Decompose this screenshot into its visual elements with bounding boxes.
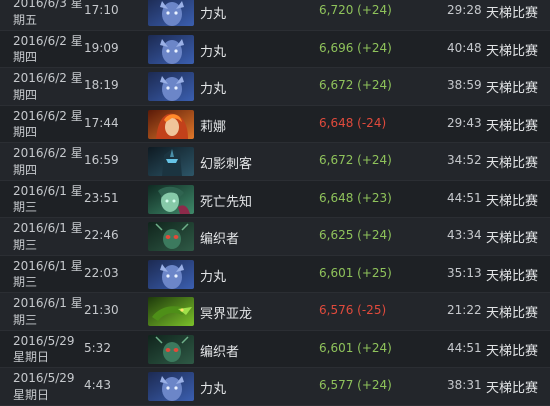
match-row[interactable]: 2016/5/29 星期日 4:43 力丸 6,577 (+24) 38:31 天梯比赛 <box>0 368 550 406</box>
match-duration: 21:22 <box>447 303 482 317</box>
match-row[interactable]: 2016/6/1 星期三 22:46 编织者 6,625 (+24) 43:34 天梯比赛 <box>0 218 550 256</box>
riki-icon <box>148 72 194 101</box>
hero-name: 莉娜 <box>200 119 227 135</box>
match-history-list: 2016/6/3 星期五 17:10 力丸 6,720 (+24) 29:28 天梯比赛 2… <box>0 0 550 406</box>
riki-icon <box>148 259 194 289</box>
match-time: 23:51 <box>84 190 119 205</box>
match-time: 22:03 <box>84 265 119 280</box>
riki-icon <box>148 0 194 26</box>
mmr-change: 6,577 (+24) <box>319 378 392 392</box>
match-time: 19:09 <box>84 40 119 55</box>
match-time: 4:43 <box>84 378 111 392</box>
death-prophet-icon <box>148 184 194 214</box>
match-date: 2016/6/1 星期三 <box>13 258 83 290</box>
weaver-icon <box>148 222 194 251</box>
match-row[interactable]: 2016/6/1 星期三 21:30 冥界亚龙 6,576 (-25) 21:22 天梯比… <box>0 293 550 331</box>
match-date: 2016/5/29 星期日 <box>13 371 75 402</box>
match-duration: 34:52 <box>447 153 482 167</box>
hero-name: 力丸 <box>200 382 227 397</box>
match-duration: 43:34 <box>447 228 482 242</box>
match-time: 5:32 <box>84 340 111 355</box>
match-date: 2016/6/3 星期五 <box>13 0 83 27</box>
riki-icon <box>148 34 194 64</box>
match-type: 天梯比赛 <box>486 306 539 321</box>
match-duration: 29:28 <box>447 3 482 17</box>
match-duration: 38:59 <box>447 78 482 92</box>
match-time: 22:46 <box>84 228 119 242</box>
hero-name: 力丸 <box>200 7 227 22</box>
match-type: 天梯比赛 <box>486 343 539 359</box>
match-date: 2016/5/29 星期日 <box>13 333 75 365</box>
match-date: 2016/6/2 星期四 <box>13 146 83 177</box>
hero-name: 力丸 <box>200 269 227 285</box>
match-type: 天梯比赛 <box>486 268 539 284</box>
mmr-change: 6,601 (+24) <box>319 340 392 355</box>
match-type: 天梯比赛 <box>486 156 539 171</box>
match-row[interactable]: 2016/5/29 星期日 5:32 编织者 6,601 (+24) 44:51 天梯比赛 <box>0 330 550 368</box>
match-row[interactable]: 2016/6/2 星期四 17:44 莉娜 6,648 (-24) 29:43 天梯比赛 <box>0 105 550 143</box>
match-date: 2016/6/1 星期三 <box>13 221 83 252</box>
match-duration: 40:48 <box>447 40 482 55</box>
match-duration: 38:31 <box>447 378 482 392</box>
mmr-change: 6,625 (+24) <box>319 228 392 242</box>
match-type: 天梯比赛 <box>486 6 539 21</box>
hero-name: 幻影刺客 <box>200 157 253 172</box>
match-type: 天梯比赛 <box>486 81 539 96</box>
mmr-change: 6,648 (-24) <box>319 115 387 130</box>
match-row[interactable]: 2016/6/1 星期三 22:03 力丸 6,601 (+25) 35:13 天梯比赛 <box>0 255 550 293</box>
match-type: 天梯比赛 <box>486 118 539 134</box>
match-row[interactable]: 2016/6/2 星期四 18:19 力丸 6,672 (+24) 38:59 天梯比赛 <box>0 68 550 106</box>
match-row[interactable]: 2016/6/2 星期四 16:59 幻影刺客 6,672 (+24) 34:52 天梯比… <box>0 143 550 181</box>
match-type: 天梯比赛 <box>486 43 539 59</box>
match-type: 天梯比赛 <box>486 231 539 246</box>
match-date: 2016/6/1 星期三 <box>13 183 83 215</box>
mmr-change: 6,601 (+25) <box>319 265 392 280</box>
match-date: 2016/6/2 星期四 <box>13 108 83 140</box>
hero-name: 编织者 <box>200 344 240 360</box>
mmr-change: 6,576 (-25) <box>319 303 387 317</box>
mmr-change: 6,672 (+24) <box>319 78 392 92</box>
match-row[interactable]: 2016/6/1 星期三 23:51 死亡先知 6,648 (+23) 44:51 天梯比… <box>0 180 550 218</box>
hero-name: 死亡先知 <box>200 194 253 210</box>
phantom-assassin-icon <box>148 147 194 176</box>
viper-icon <box>148 297 194 326</box>
mmr-change: 6,720 (+24) <box>319 3 392 17</box>
mmr-change: 6,696 (+24) <box>319 40 392 55</box>
mmr-change: 6,672 (+24) <box>319 153 392 167</box>
hero-name: 力丸 <box>200 44 227 60</box>
match-row[interactable]: 2016/6/3 星期五 17:10 力丸 6,720 (+24) 29:28 天梯比赛 <box>0 0 550 31</box>
match-duration: 29:43 <box>447 115 482 130</box>
match-time: 16:59 <box>84 153 119 167</box>
lina-icon <box>148 109 194 139</box>
match-time: 18:19 <box>84 78 119 92</box>
match-time: 17:10 <box>84 3 119 17</box>
weaver-icon <box>148 334 194 364</box>
hero-name: 冥界亚龙 <box>200 307 253 322</box>
match-time: 21:30 <box>84 303 119 317</box>
match-type: 天梯比赛 <box>486 193 539 209</box>
mmr-change: 6,648 (+23) <box>319 190 392 205</box>
match-duration: 44:51 <box>447 340 482 355</box>
hero-name: 力丸 <box>200 82 227 97</box>
match-date: 2016/6/2 星期四 <box>13 33 83 65</box>
hero-name: 编织者 <box>200 232 240 247</box>
riki-icon <box>148 372 194 401</box>
match-type: 天梯比赛 <box>486 381 539 396</box>
match-row[interactable]: 2016/6/2 星期四 19:09 力丸 6,696 (+24) 40:48 天梯比赛 <box>0 30 550 68</box>
match-duration: 44:51 <box>447 190 482 205</box>
match-date: 2016/6/2 星期四 <box>13 71 83 102</box>
match-time: 17:44 <box>84 115 119 130</box>
match-duration: 35:13 <box>447 265 482 280</box>
match-date: 2016/6/1 星期三 <box>13 296 83 327</box>
